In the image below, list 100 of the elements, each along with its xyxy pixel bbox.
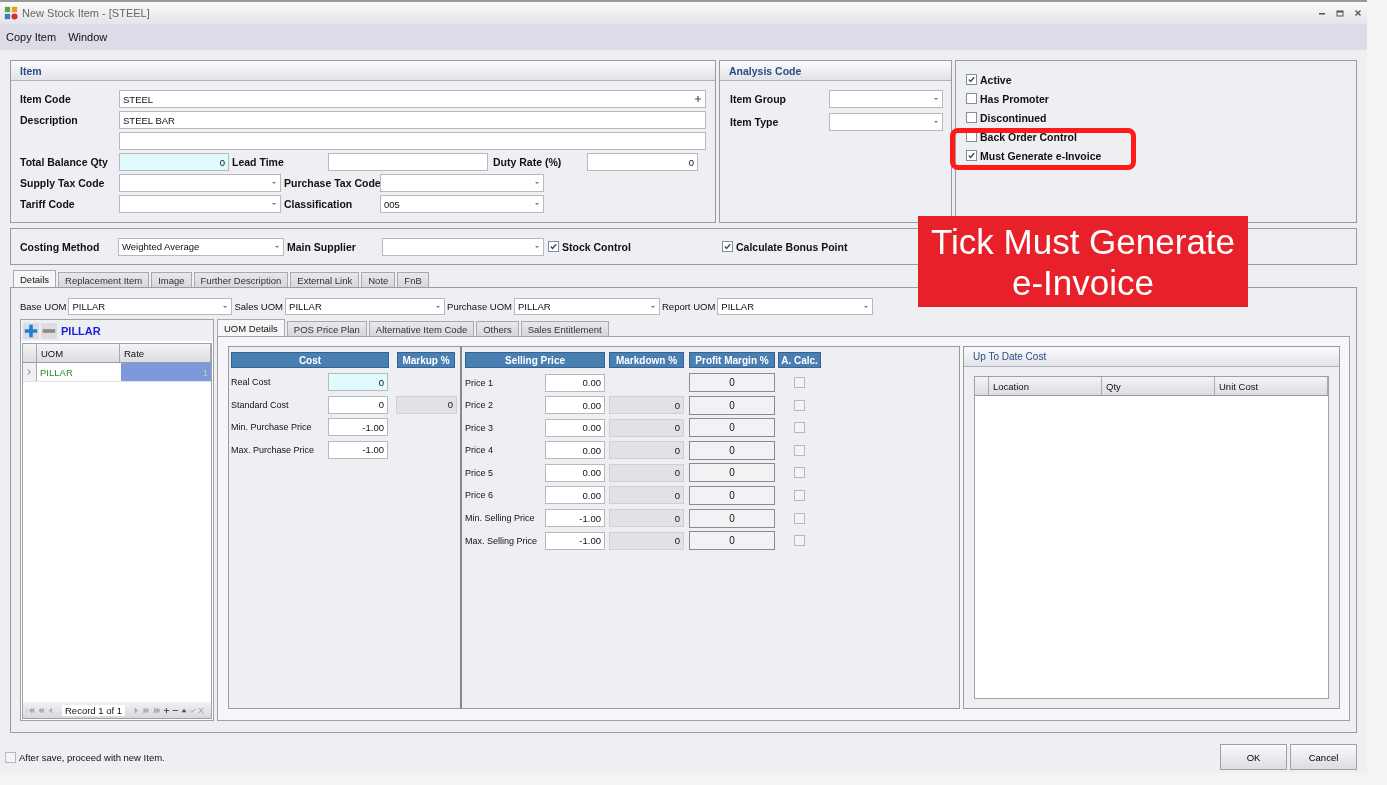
remove-icon[interactable] (41, 322, 57, 339)
cancel-button[interactable]: Cancel (1290, 744, 1357, 770)
checkbox-label: Calculate Bonus Point (736, 240, 848, 253)
current-uom-label: PILLAR (61, 324, 101, 337)
checkbox[interactable] (794, 422, 805, 434)
price-field[interactable]: -1.00 (545, 509, 605, 528)
field-label: Lead Time (231, 156, 285, 168)
checkbox[interactable] (794, 377, 805, 388)
tab[interactable]: Further Description (193, 272, 289, 287)
caret-icon (534, 244, 540, 249)
table-cell-text: PILLAR (39, 365, 74, 380)
duty-rate-field[interactable]: 0 (587, 153, 698, 171)
checkbox[interactable] (794, 512, 805, 524)
cost-field[interactable]: 0 (328, 373, 388, 391)
cost-field[interactable]: -1.00 (328, 418, 388, 436)
checkbox[interactable] (966, 112, 977, 123)
checkbox[interactable] (722, 241, 733, 252)
record-counter: Record 1 of 1 (62, 704, 126, 716)
menu-item[interactable]: Window (68, 31, 108, 43)
dropdown[interactable] (119, 195, 281, 213)
field-label: Purchase UOM (447, 301, 512, 312)
price-field[interactable]: 0.00 (545, 373, 605, 392)
tab[interactable]: Sales Entitlement (520, 321, 609, 336)
price-field[interactable]: 0.00 (545, 441, 605, 460)
field-label: Price 1 (465, 377, 494, 388)
field-label: Price 3 (465, 422, 494, 433)
checkbox[interactable] (966, 150, 977, 161)
checkbox[interactable] (794, 399, 805, 411)
field-label: Real Cost (231, 377, 272, 387)
field-label: Standard Cost (231, 399, 290, 410)
margin-field: 0 (689, 485, 775, 505)
checkbox[interactable] (5, 751, 16, 763)
checkbox[interactable] (794, 535, 805, 547)
checkbox[interactable] (794, 444, 805, 456)
checkbox-label: Active (980, 73, 1012, 86)
description-line-field[interactable] (119, 132, 706, 150)
close-icon[interactable] (1353, 8, 1363, 18)
tab[interactable]: Replacement Item (58, 272, 150, 287)
price-field[interactable]: 0.00 (545, 418, 605, 437)
column-header: Profit Margin % (689, 352, 775, 368)
price-field[interactable]: 0.00 (545, 396, 605, 415)
caret-icon (435, 304, 442, 309)
checkbox-label: Discontinued (980, 111, 1047, 124)
tab[interactable]: Image (151, 272, 192, 287)
tab[interactable]: Details (13, 270, 57, 287)
ok-button[interactable]: OK (1220, 744, 1287, 770)
plus-icon[interactable] (694, 95, 702, 103)
tab[interactable]: Alternative Item Code (368, 321, 475, 336)
tab[interactable]: Others (476, 321, 519, 336)
checkbox[interactable] (794, 467, 805, 479)
price-field[interactable]: 0.00 (545, 486, 605, 505)
dropdown[interactable] (380, 174, 544, 192)
tab[interactable]: External Link (290, 272, 360, 287)
add-icon[interactable] (23, 322, 39, 339)
checkbox[interactable] (548, 241, 559, 252)
cost-field[interactable]: -1.00 (328, 440, 388, 459)
price-field[interactable]: -1.00 (545, 531, 605, 550)
annotation-text: e-Invoice (1012, 261, 1154, 303)
checkbox[interactable] (966, 93, 977, 104)
tab[interactable]: Note (361, 272, 396, 287)
field-label: Price 6 (465, 490, 494, 501)
balance-qty-field[interactable]: 0 (119, 153, 229, 171)
field-label: Max. Purchase Price (231, 444, 316, 455)
dropdown[interactable]: PILLAR (717, 298, 874, 315)
checkbox-label: Has Promoter (980, 92, 1049, 105)
dropdown[interactable] (829, 90, 943, 108)
item-code-field[interactable]: STEEL (119, 90, 706, 108)
tab[interactable]: POS Price Plan (286, 321, 367, 336)
field-label: Item Code (20, 93, 72, 105)
checkbox-label: Stock Control (562, 240, 632, 253)
caret-icon (271, 202, 277, 206)
description-field[interactable]: STEEL BAR (119, 111, 706, 129)
checkbox[interactable] (966, 74, 977, 85)
field-label: Price 2 (465, 400, 494, 411)
dropdown[interactable]: Weighted Average (118, 237, 284, 256)
tab[interactable]: FnB (397, 272, 429, 287)
field-label: Supply Tax Code (20, 177, 106, 189)
checkbox[interactable] (966, 131, 977, 142)
dropdown[interactable]: PILLAR (68, 298, 233, 315)
dropdown[interactable]: PILLAR (514, 298, 660, 315)
dropdown[interactable]: 005 (380, 195, 544, 213)
column-header: Qty (1102, 377, 1215, 395)
cost-field[interactable]: 0 (328, 395, 388, 414)
field-label: Report UOM (662, 301, 716, 312)
field-label: Main Supplier (286, 240, 357, 253)
field-label: Total Balance Qty (20, 156, 109, 168)
dropdown[interactable]: PILLAR (285, 298, 446, 315)
field-label: Duty Rate (%) (492, 156, 563, 168)
dropdown[interactable] (829, 113, 943, 131)
field-label: Min. Purchase Price (231, 422, 313, 432)
dropdown[interactable] (119, 174, 281, 192)
caret-icon (534, 202, 540, 206)
markdown-field: 0 (609, 509, 684, 528)
price-field[interactable]: 0.00 (545, 463, 605, 482)
tab[interactable]: UOM Details (217, 319, 285, 336)
restore-icon[interactable] (1335, 8, 1345, 18)
menu-item[interactable]: Copy Item (6, 31, 57, 43)
lead-time-field[interactable] (328, 153, 488, 171)
checkbox[interactable] (794, 489, 805, 501)
field-label: Purchase Tax Code (283, 177, 380, 189)
